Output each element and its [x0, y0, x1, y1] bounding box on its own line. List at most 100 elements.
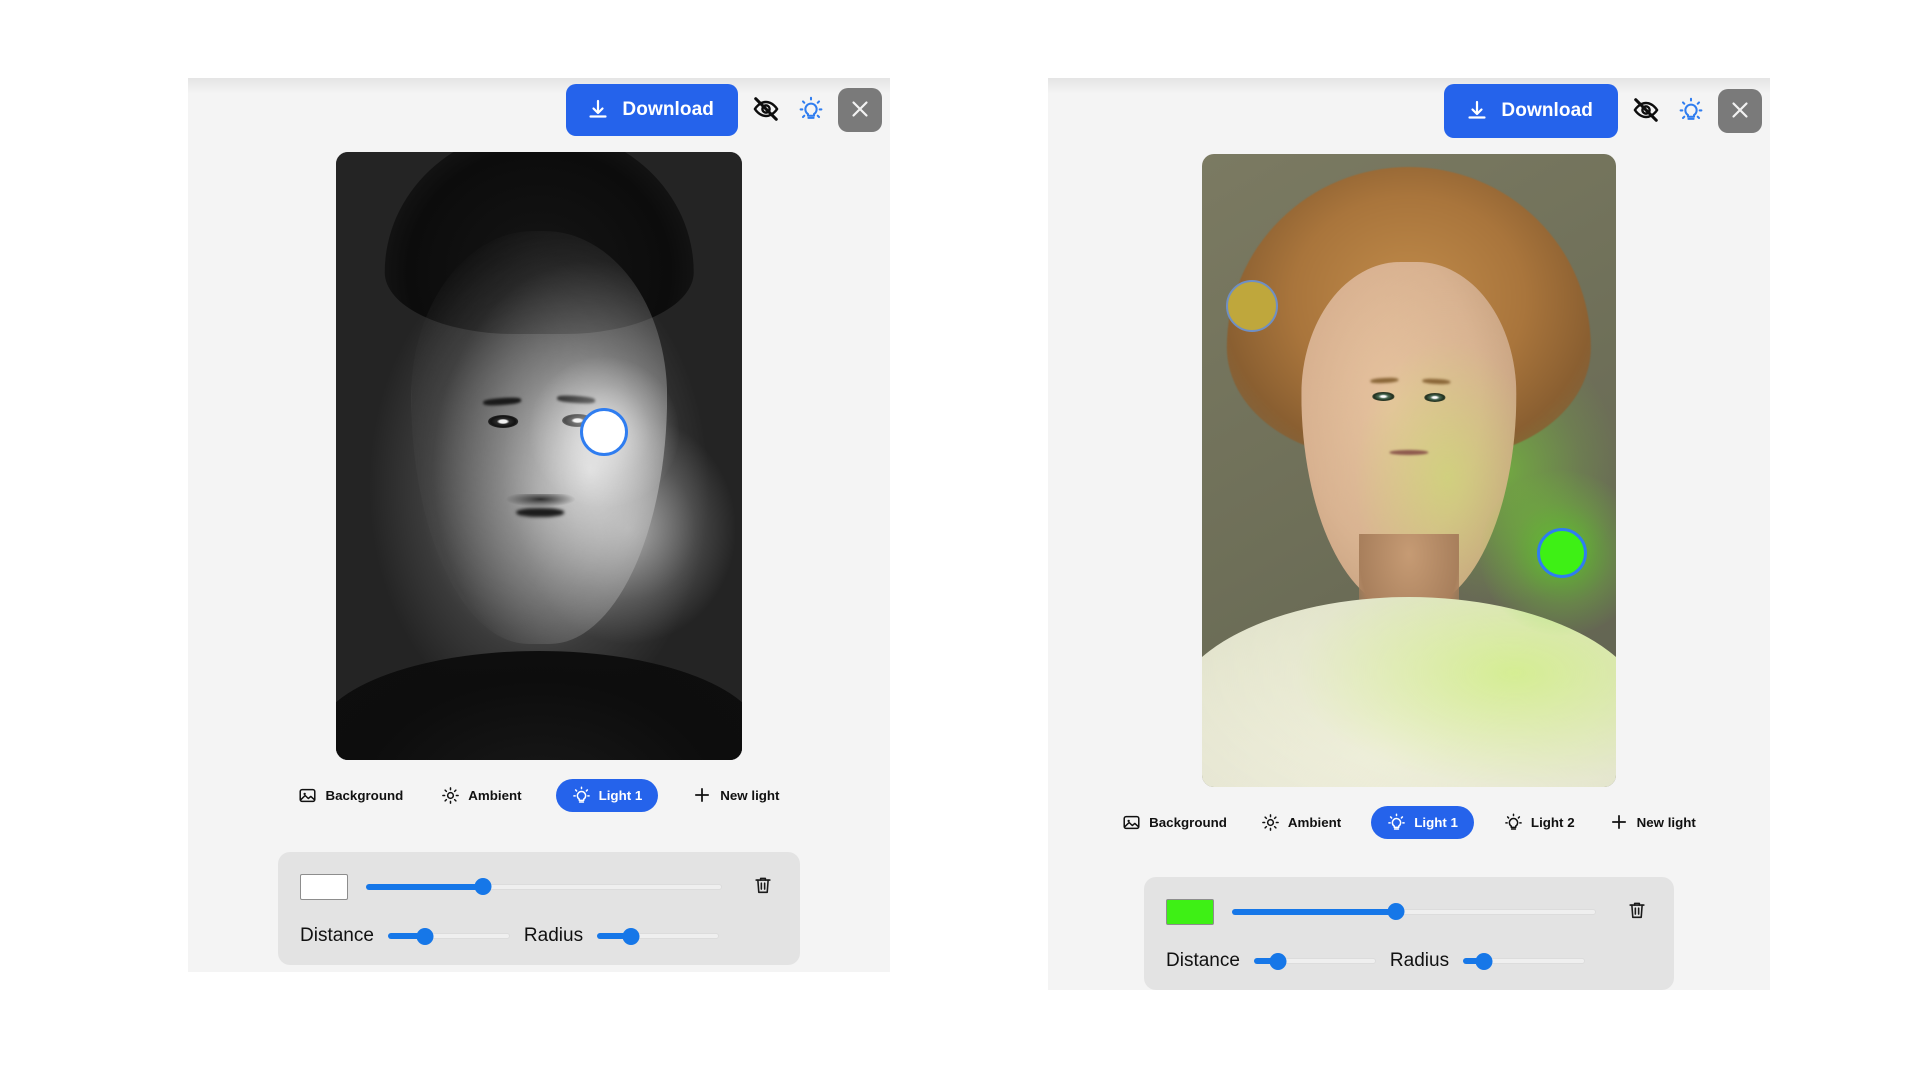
tab-background[interactable]: Background: [1118, 806, 1231, 839]
hide-lights-button[interactable]: [748, 91, 784, 130]
face: [411, 231, 667, 645]
radius-slider[interactable]: [1463, 952, 1586, 970]
radius-label: Radius: [1389, 950, 1450, 971]
close-icon: [848, 97, 872, 124]
tab-label: New light: [720, 787, 780, 803]
toolbar: Download: [566, 84, 882, 136]
tab-new-light[interactable]: New light: [1605, 805, 1700, 839]
close-button[interactable]: [1718, 89, 1762, 133]
sun-icon: [1261, 813, 1280, 832]
close-button[interactable]: [838, 88, 882, 132]
download-label: Download: [622, 99, 714, 120]
tab-light-1[interactable]: Light 1: [555, 778, 659, 812]
shirt: [336, 650, 742, 760]
eyebrow-right: [1421, 377, 1450, 384]
plus-icon: [1609, 812, 1629, 832]
eyebrow-left: [1370, 377, 1399, 384]
lightbulb-icon: [1504, 813, 1523, 832]
distance-label: Distance: [1166, 950, 1240, 971]
photo-canvas[interactable]: [1202, 154, 1616, 787]
tab-label: Light 2: [1530, 814, 1575, 830]
plus-icon: [692, 785, 712, 805]
distance-slider[interactable]: [387, 927, 510, 945]
slider-knob[interactable]: [1269, 952, 1287, 970]
close-icon: [1728, 98, 1752, 125]
image-icon: [1122, 813, 1141, 832]
lights-toggle-button[interactable]: [794, 92, 828, 129]
sun-icon: [441, 786, 460, 805]
hide-lights-button[interactable]: [1628, 92, 1664, 131]
image-icon: [298, 786, 317, 805]
lightbulb-icon: [1678, 97, 1704, 126]
tab-new-light[interactable]: New light: [688, 778, 783, 812]
lightbulb-icon: [798, 96, 824, 125]
editor-panel-right: Download Background Ambient Light 1 Ligh…: [1048, 78, 1770, 990]
lights-toggle-button[interactable]: [1674, 93, 1708, 130]
tab-label: Light 1: [598, 787, 643, 803]
slider-knob[interactable]: [1387, 903, 1405, 920]
eye-left: [487, 415, 519, 428]
intensity-slider[interactable]: [1232, 903, 1596, 921]
eye-left: [1372, 392, 1394, 401]
controls-row-primary: [300, 872, 778, 901]
download-icon: [586, 98, 610, 122]
slider-fill: [366, 883, 484, 890]
controls-row-primary: [1166, 897, 1652, 926]
download-button[interactable]: Download: [566, 84, 738, 136]
slider-knob[interactable]: [416, 927, 434, 945]
slider-fill: [1232, 908, 1396, 915]
mustache: [505, 493, 575, 507]
color-portrait: [1202, 154, 1616, 787]
mouth: [515, 508, 565, 518]
tab-ambient[interactable]: Ambient: [1257, 806, 1345, 839]
light-1-handle[interactable]: [1537, 527, 1588, 578]
radius-slider[interactable]: [597, 927, 720, 945]
distance-slider[interactable]: [1253, 952, 1376, 970]
light-tabs: Background Ambient: [1118, 805, 1700, 839]
tab-label: Background: [1149, 814, 1227, 830]
tab-label: New light: [1636, 814, 1696, 830]
toolbar: Download: [1444, 84, 1762, 138]
light-controls: Distance Radius: [278, 852, 800, 965]
delete-light-button[interactable]: [1622, 897, 1652, 926]
eyebrow-right: [556, 395, 596, 405]
trash-icon: [752, 877, 774, 899]
slider-knob[interactable]: [1475, 952, 1493, 970]
slider-knob[interactable]: [622, 927, 640, 945]
download-icon: [1465, 99, 1489, 123]
shirt: [1202, 597, 1616, 787]
tab-light-2[interactable]: Light 2: [1500, 806, 1579, 839]
tab-light-1[interactable]: Light 1: [1371, 805, 1474, 839]
download-button[interactable]: Download: [1444, 84, 1618, 138]
trash-icon: [1626, 902, 1648, 924]
screen: Download Background Ambient Light 1 New …: [0, 0, 1920, 1080]
tab-label: Light 1: [1414, 814, 1458, 830]
mouth: [1389, 449, 1429, 456]
eyebrow-left: [482, 397, 522, 407]
photo-canvas[interactable]: [336, 152, 742, 760]
monochrome-portrait: [336, 152, 742, 760]
slider-knob[interactable]: [474, 878, 492, 895]
light-2-handle[interactable]: [1225, 279, 1278, 332]
tab-ambient[interactable]: Ambient: [437, 779, 525, 812]
delete-light-button[interactable]: [748, 872, 778, 901]
tab-label: Background: [325, 787, 404, 803]
distance-label: Distance: [300, 925, 374, 946]
lightbulb-icon: [572, 786, 591, 805]
tab-background[interactable]: Background: [294, 779, 407, 812]
tab-label: Ambient: [468, 787, 522, 803]
light-1-handle[interactable]: [579, 407, 628, 456]
light-controls: Distance Radius: [1144, 877, 1674, 990]
light-tabs: Background Ambient: [294, 778, 783, 812]
lightbulb-icon: [1387, 813, 1406, 832]
controls-row-secondary: Distance Radius: [1166, 950, 1652, 972]
radius-label: Radius: [523, 925, 584, 946]
light-color-swatch[interactable]: [1166, 898, 1214, 925]
eye-off-icon: [752, 95, 780, 126]
eye-right: [1424, 393, 1446, 402]
editor-panel-left: Download Background Ambient Light 1 New …: [188, 78, 890, 972]
eye-off-icon: [1632, 96, 1660, 127]
tab-label: Ambient: [1287, 814, 1342, 830]
intensity-slider[interactable]: [366, 878, 722, 896]
light-color-swatch[interactable]: [300, 873, 348, 900]
